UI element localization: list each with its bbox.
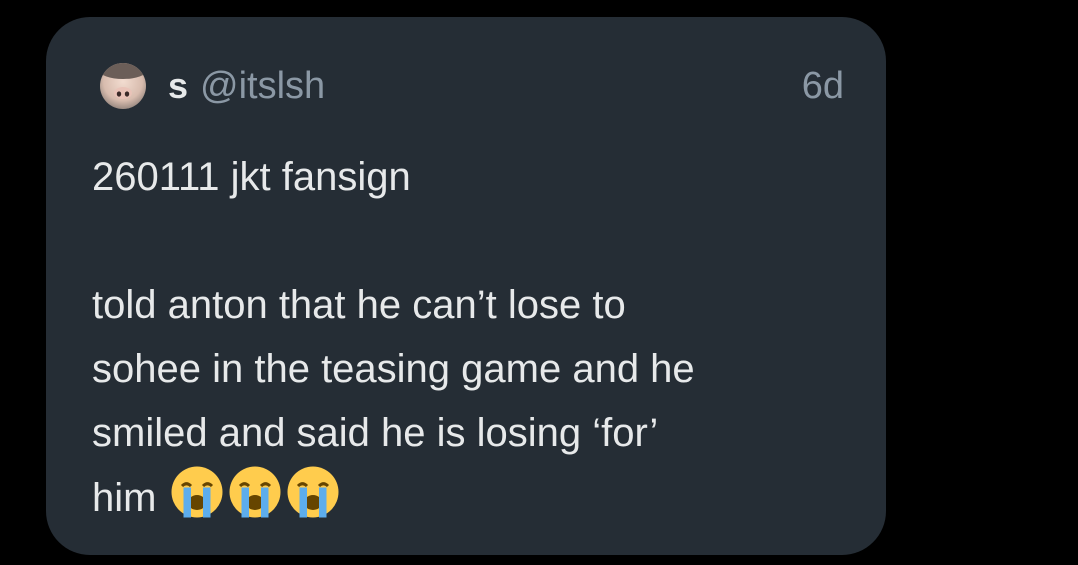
emoji-group — [170, 465, 340, 519]
tweet-timestamp[interactable]: 6d — [802, 67, 844, 105]
loudly-crying-face-icon — [229, 466, 281, 518]
avatar[interactable] — [100, 63, 146, 109]
tweet-card[interactable]: s @itslsh 6d 260111 jkt fansign told ant… — [46, 17, 886, 555]
loudly-crying-face-icon — [171, 466, 223, 518]
tweet-text: 260111 jkt fansign told anton that he ca… — [92, 145, 852, 530]
display-name[interactable]: s — [168, 68, 188, 104]
tweet-header: s @itslsh 6d — [100, 60, 844, 112]
loudly-crying-face-icon — [287, 466, 339, 518]
user-handle[interactable]: @itslsh — [200, 67, 325, 105]
